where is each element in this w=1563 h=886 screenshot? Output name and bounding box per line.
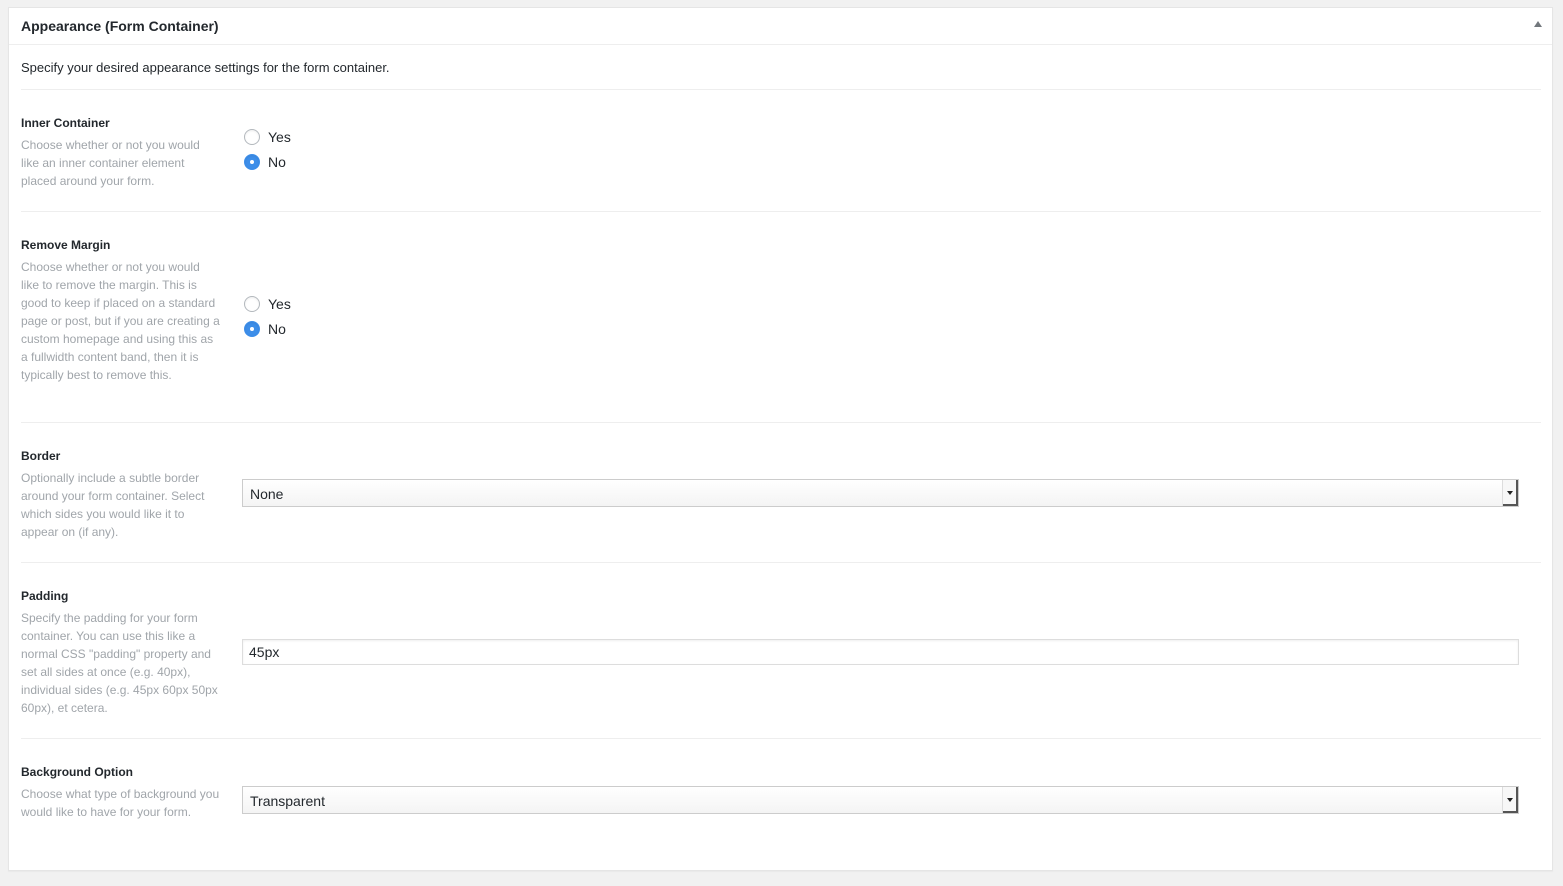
- inner-container-label: Inner Container: [21, 116, 110, 130]
- remove-margin-yes-radio[interactable]: [244, 296, 260, 312]
- divider: [21, 422, 1541, 423]
- panel-header[interactable]: Appearance (Form Container): [9, 8, 1552, 45]
- remove-margin-yes-label: Yes: [268, 296, 291, 312]
- background-option-select-value: Transparent: [250, 793, 325, 809]
- collapse-toggle-icon[interactable]: [1534, 21, 1542, 27]
- remove-margin-no-radio[interactable]: [244, 321, 260, 337]
- divider: [21, 738, 1541, 739]
- inner-container-yes-label: Yes: [268, 129, 291, 145]
- background-option-description: Choose what type of background you would…: [21, 787, 220, 819]
- inner-container-no-radio[interactable]: [244, 154, 260, 170]
- inner-container-yes-option[interactable]: Yes: [244, 129, 291, 145]
- inner-container-description: Choose whether or not you would like an …: [21, 138, 200, 188]
- remove-margin-label: Remove Margin: [21, 238, 111, 252]
- padding-label: Padding: [21, 589, 69, 603]
- divider: [21, 89, 1541, 90]
- remove-margin-no-option[interactable]: No: [244, 321, 286, 337]
- inner-container-yes-radio[interactable]: [244, 129, 260, 145]
- padding-input[interactable]: [242, 639, 1519, 665]
- border-select[interactable]: None: [242, 479, 1519, 507]
- chevron-down-icon[interactable]: [1502, 787, 1518, 813]
- appearance-panel: Appearance (Form Container) Specify your…: [8, 7, 1553, 871]
- border-description: Optionally include a subtle border aroun…: [21, 471, 205, 539]
- background-option-select[interactable]: Transparent: [242, 786, 1519, 814]
- padding-description: Specify the padding for your form contai…: [21, 611, 218, 715]
- inner-container-no-option[interactable]: No: [244, 154, 286, 170]
- border-select-value: None: [250, 486, 284, 502]
- background-option-label: Background Option: [21, 765, 133, 779]
- inner-container-no-label: No: [268, 154, 286, 170]
- panel-intro: Specify your desired appearance settings…: [21, 60, 390, 75]
- panel-title: Appearance (Form Container): [21, 18, 219, 34]
- remove-margin-yes-option[interactable]: Yes: [244, 296, 291, 312]
- divider: [21, 211, 1541, 212]
- chevron-down-icon[interactable]: [1502, 480, 1518, 506]
- divider: [21, 562, 1541, 563]
- remove-margin-no-label: No: [268, 321, 286, 337]
- border-label: Border: [21, 449, 61, 463]
- remove-margin-description: Choose whether or not you would like to …: [21, 260, 220, 382]
